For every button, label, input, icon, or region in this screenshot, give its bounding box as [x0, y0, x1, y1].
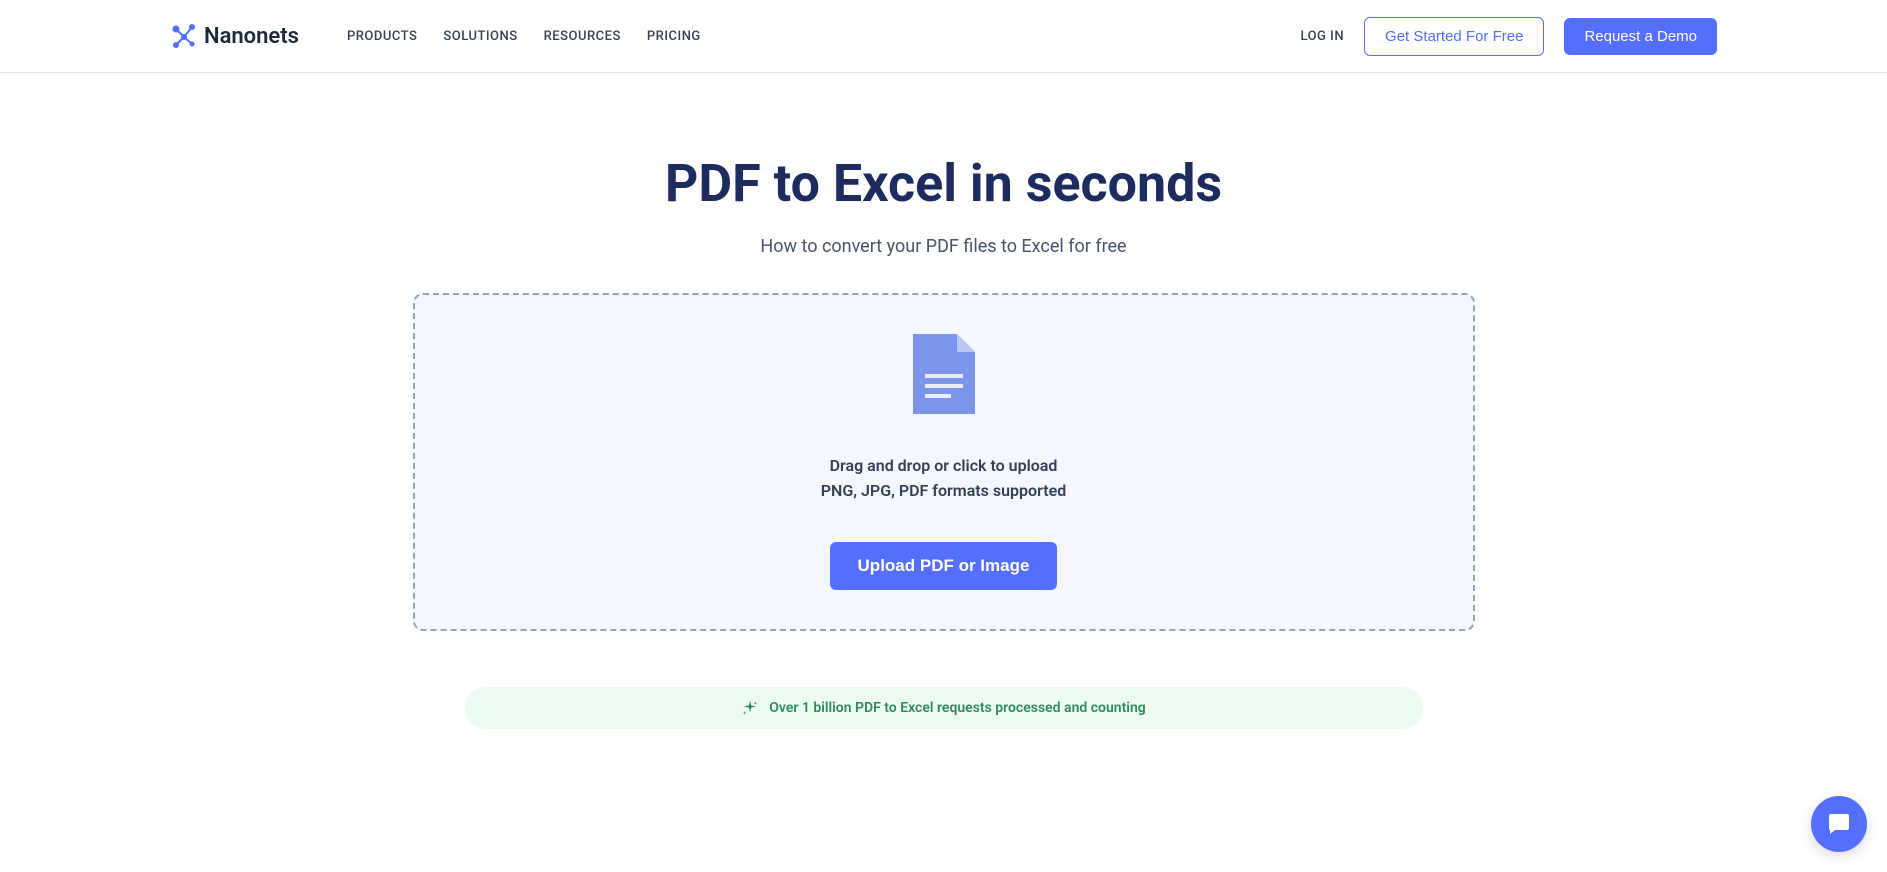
- logo[interactable]: Nanonets: [170, 22, 299, 50]
- header-left: Nanonets PRODUCTS SOLUTIONS RESOURCES PR…: [170, 22, 701, 50]
- sparkle-icon: [741, 699, 759, 717]
- banner-text: Over 1 billion PDF to Excel requests pro…: [769, 700, 1145, 716]
- logo-text: Nanonets: [204, 24, 299, 49]
- login-link[interactable]: LOG IN: [1300, 29, 1344, 44]
- nav-products[interactable]: PRODUCTS: [347, 29, 417, 44]
- drop-instruction: Drag and drop or click to upload: [830, 456, 1058, 475]
- chat-widget-button[interactable]: [1811, 796, 1867, 852]
- header-right: LOG IN Get Started For Free Request a De…: [1300, 17, 1717, 56]
- page-title: PDF to Excel in seconds: [665, 153, 1222, 214]
- main-nav: PRODUCTS SOLUTIONS RESOURCES PRICING: [347, 29, 701, 44]
- page-subtitle: How to convert your PDF files to Excel f…: [760, 236, 1126, 257]
- site-header: Nanonets PRODUCTS SOLUTIONS RESOURCES PR…: [0, 0, 1887, 73]
- chat-icon: [1825, 810, 1853, 838]
- nav-resources[interactable]: RESOURCES: [544, 29, 621, 44]
- logo-icon: [170, 22, 198, 50]
- main-content: PDF to Excel in seconds How to convert y…: [0, 73, 1887, 729]
- nav-pricing[interactable]: PRICING: [647, 29, 701, 44]
- nav-solutions[interactable]: SOLUTIONS: [443, 29, 517, 44]
- format-support: PNG, JPG, PDF formats supported: [821, 481, 1066, 500]
- get-started-button[interactable]: Get Started For Free: [1364, 17, 1544, 56]
- upload-button[interactable]: Upload PDF or Image: [830, 542, 1058, 590]
- document-icon: [913, 334, 975, 414]
- stats-banner: Over 1 billion PDF to Excel requests pro…: [465, 687, 1423, 729]
- upload-dropzone[interactable]: Drag and drop or click to upload PNG, JP…: [413, 293, 1475, 631]
- request-demo-button[interactable]: Request a Demo: [1564, 18, 1717, 55]
